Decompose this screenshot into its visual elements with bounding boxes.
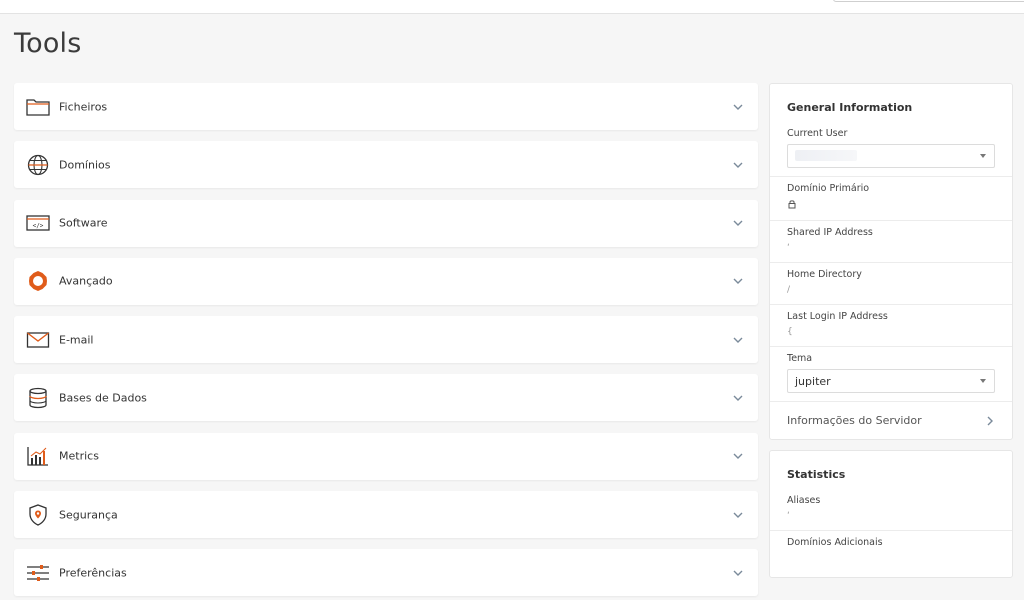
group-ficheiros[interactable]: Ficheiros (14, 83, 758, 130)
caret-down-icon (980, 154, 986, 158)
chevron-down-icon[interactable] (732, 217, 744, 229)
last-login-ip-row: Last Login IP Address { (770, 305, 1012, 347)
current-user-row: Current User (770, 122, 1012, 177)
info-label: Last Login IP Address (787, 311, 888, 322)
primary-domain-row: Domínio Primário (770, 177, 1012, 221)
chevron-down-icon[interactable] (732, 275, 744, 287)
svg-text:</>: </> (33, 223, 44, 230)
chevron-down-icon[interactable] (732, 509, 744, 521)
chevron-down-icon[interactable] (732, 101, 744, 113)
group-label: Preferências (59, 566, 127, 580)
database-icon (26, 386, 50, 410)
theme-row: Tema jupiter (770, 347, 1012, 402)
group-email[interactable]: E-mail (14, 316, 758, 364)
top-bar (0, 0, 1024, 14)
code-window-icon: </> (26, 211, 50, 235)
folder-icon (26, 95, 50, 119)
aliases-row: Aliases ‘ (770, 489, 1012, 531)
server-information-label: Informações do Servidor (787, 414, 922, 427)
theme-select-value: jupiter (795, 375, 831, 388)
info-value: { (787, 327, 793, 337)
globe-icon (26, 153, 50, 177)
info-label: Home Directory (787, 269, 862, 280)
info-label: Shared IP Address (787, 227, 873, 238)
addon-domains-row: Domínios Adicionais (770, 531, 1012, 577)
statistics-card: Statistics Aliases ‘ Domínios Adicionais (769, 450, 1013, 578)
group-label: Software (59, 216, 108, 230)
current-user-select[interactable] (787, 144, 995, 168)
info-value: / (787, 285, 791, 295)
chevron-down-icon[interactable] (732, 450, 744, 462)
redacted-value (795, 150, 857, 161)
envelope-icon (26, 328, 50, 352)
search-input[interactable] (833, 0, 1024, 2)
sliders-icon (26, 561, 50, 585)
group-label: Bases de Dados (59, 391, 147, 405)
chevron-down-icon[interactable] (732, 567, 744, 579)
page-title: Tools (14, 28, 82, 59)
bar-chart-icon (26, 444, 50, 468)
info-label: Current User (787, 128, 848, 139)
theme-select[interactable]: jupiter (787, 369, 995, 393)
info-label: Domínios Adicionais (787, 537, 883, 548)
group-dominios[interactable]: Domínios (14, 141, 758, 189)
info-label: Tema (787, 353, 813, 364)
general-information-card: General Information Current User Domínio… (769, 83, 1013, 440)
chevron-down-icon[interactable] (732, 392, 744, 404)
shield-icon (26, 503, 50, 527)
group-bases-de-dados[interactable]: Bases de Dados (14, 374, 758, 422)
info-value: ‘ (787, 243, 790, 253)
info-label: Aliases (787, 495, 821, 506)
card-title: General Information (787, 101, 913, 114)
info-value: ‘ (787, 511, 790, 521)
group-label: E-mail (59, 333, 94, 347)
gear-icon (26, 269, 50, 293)
chevron-down-icon[interactable] (732, 159, 744, 171)
group-label: Ficheiros (59, 100, 108, 113)
caret-down-icon (980, 379, 986, 383)
group-label: Metrics (59, 449, 99, 463)
info-label: Domínio Primário (787, 183, 870, 194)
group-preferencias[interactable]: Preferências (14, 549, 758, 597)
group-seguranca[interactable]: Segurança (14, 491, 758, 539)
server-information-link[interactable]: Informações do Servidor (770, 402, 1012, 439)
sidebar: General Information Current User Domínio… (769, 83, 1013, 578)
lock-icon (788, 200, 796, 209)
tool-groups: Ficheiros Domínios </> Software Avançado… (14, 83, 758, 600)
home-directory-row: Home Directory / (770, 263, 1012, 305)
shared-ip-row: Shared IP Address ‘ (770, 221, 1012, 263)
chevron-right-icon (987, 416, 993, 426)
chevron-down-icon[interactable] (732, 334, 744, 346)
card-title: Statistics (787, 468, 846, 481)
group-metrics[interactable]: Metrics (14, 432, 758, 480)
group-label: Domínios (59, 158, 111, 172)
group-software[interactable]: </> Software (14, 199, 758, 247)
group-label: Segurança (59, 508, 118, 522)
group-label: Avançado (59, 274, 113, 288)
info-value (787, 199, 995, 212)
group-avancado[interactable]: Avançado (14, 257, 758, 305)
